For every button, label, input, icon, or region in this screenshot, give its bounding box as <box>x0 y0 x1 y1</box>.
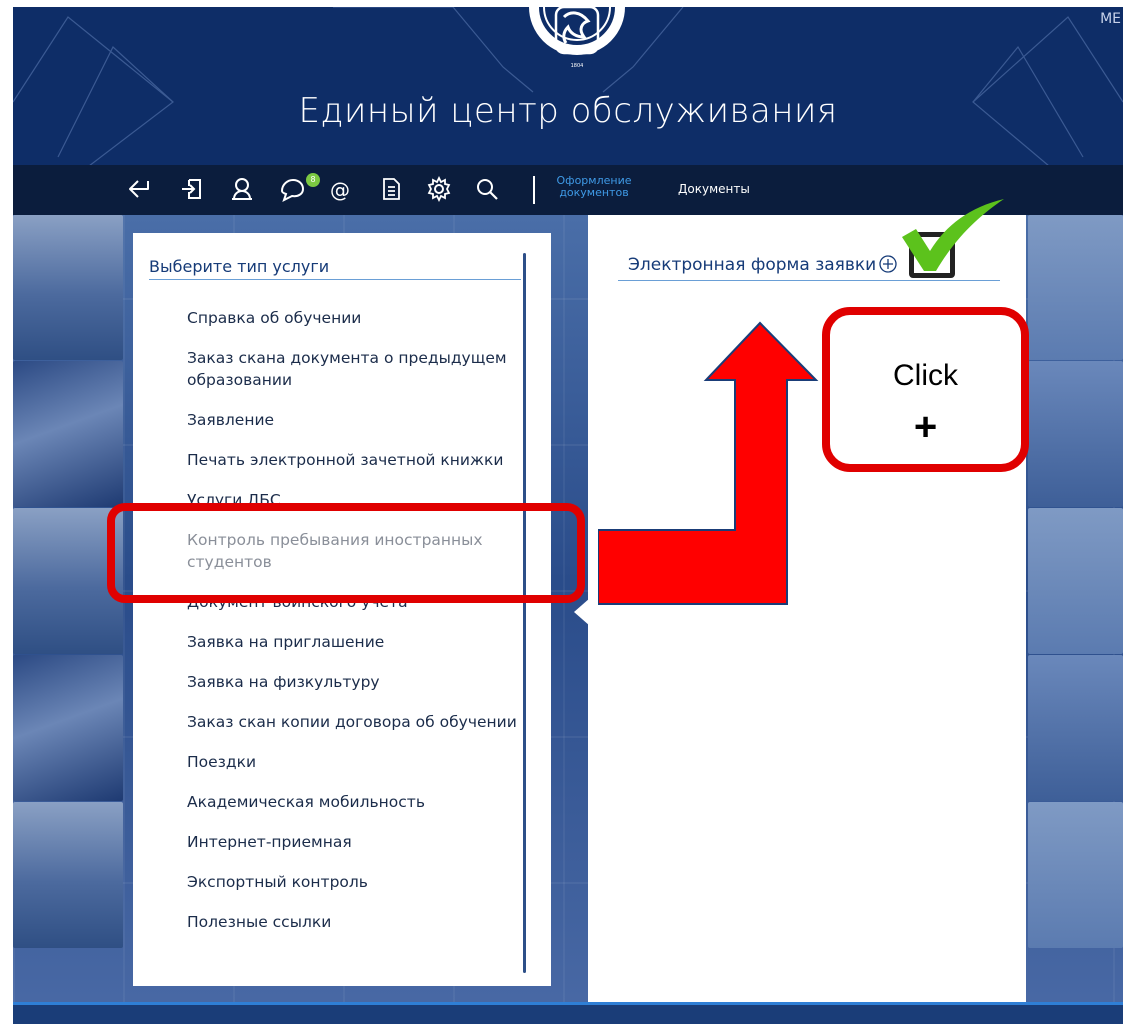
service-type-heading: Выберите тип услуги <box>149 257 330 276</box>
search-icon[interactable] <box>473 175 501 203</box>
tab-documents[interactable]: Документы <box>678 182 750 196</box>
click-callout-label: Click <box>893 359 958 392</box>
header-banner: 1804 МЕ Единый центр обслуживания <box>13 7 1123 165</box>
click-callout: Click + <box>822 307 1029 472</box>
footer-strip <box>13 1002 1123 1024</box>
site-title: Единый центр обслуживания <box>298 91 838 131</box>
pointer-arrow <box>598 321 819 605</box>
university-logo: 1804 <box>529 7 625 69</box>
email-icon[interactable]: @ <box>326 175 354 203</box>
service-item[interactable]: Заказ скана документа о предыдущем образ… <box>187 347 527 391</box>
messages-icon[interactable] <box>278 175 306 203</box>
page: 1804 МЕ Единый центр обслуживания 8 @ Оф… <box>0 0 1123 1024</box>
service-item[interactable]: Заявление <box>187 409 527 431</box>
add-request-button[interactable] <box>878 254 898 274</box>
tab-document-processing[interactable]: Оформление документов <box>549 175 639 199</box>
heading-underline <box>149 279 521 280</box>
document-icon[interactable] <box>377 175 405 203</box>
service-item[interactable]: Заявка на приглашение <box>187 631 527 653</box>
settings-icon[interactable] <box>425 175 453 203</box>
login-icon[interactable] <box>178 175 206 203</box>
message-count-badge: 8 <box>306 173 320 187</box>
request-form-title: Электронная форма заявки <box>628 255 877 275</box>
corner-text: МЕ <box>1100 11 1121 27</box>
form-title-underline <box>618 280 1000 281</box>
service-item[interactable]: Печать электронной зачетной книжки <box>187 449 527 471</box>
click-callout-plus: + <box>913 405 938 449</box>
service-list: Справка об обучении Заказ скана документ… <box>187 307 527 951</box>
service-item[interactable]: Поездки <box>187 751 527 773</box>
service-item[interactable]: Справка об обучении <box>187 307 527 329</box>
service-item[interactable]: Экспортный контроль <box>187 871 527 893</box>
svg-text:@: @ <box>330 178 350 202</box>
service-item[interactable]: Заказ скан копии договора об обучении <box>187 711 527 733</box>
service-item[interactable]: Академическая мобильность <box>187 791 527 813</box>
check-mark-icon <box>902 199 1004 271</box>
service-item[interactable]: Заявка на физкультуру <box>187 671 527 693</box>
svg-text:1804: 1804 <box>571 63 584 69</box>
user-icon[interactable] <box>228 175 256 203</box>
service-item[interactable]: Интернет-приемная <box>187 831 527 853</box>
plus-circle-icon <box>879 255 897 273</box>
service-type-panel: Выберите тип услуги Справка об обучении … <box>133 233 551 986</box>
back-icon[interactable] <box>126 175 154 203</box>
scrollbar[interactable] <box>523 253 526 973</box>
highlight-selected-service <box>107 503 585 603</box>
service-item[interactable]: Полезные ссылки <box>187 911 527 933</box>
toolbar-divider <box>533 176 535 204</box>
